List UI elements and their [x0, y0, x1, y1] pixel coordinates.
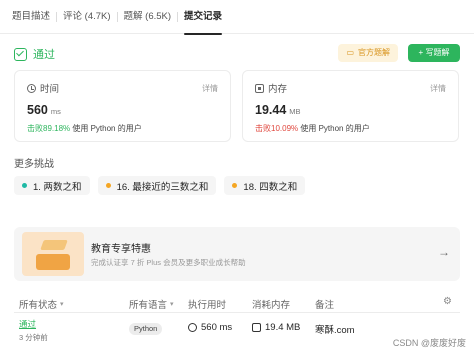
education-promo-banner[interactable]: 教育专享特惠 完成认证享 7 折 Plus 会员及更多职业成长帮助 → — [14, 227, 460, 281]
memory-chip-icon — [252, 323, 261, 332]
grad-cap-shape — [40, 240, 68, 250]
memory-card: 内存 详情 19.44 MB 击败10.09% 使用 Python 的用户 — [242, 70, 459, 142]
memory-chip-icon — [255, 83, 264, 93]
memory-title: 内存 — [268, 84, 288, 95]
challenge-item[interactable]: 18. 四数之和 — [224, 176, 306, 195]
promo-title: 教育专享特惠 — [91, 244, 151, 255]
runtime-beat-prefix: 击败 — [27, 124, 43, 133]
submission-status-row: 通过 ▭ 官方题解 + 写题解 — [14, 44, 460, 64]
row-runtime-value: 560 ms — [201, 322, 233, 333]
challenge-item[interactable]: 16. 最接近的三数之和 — [97, 176, 217, 195]
row-memory: 19.4 MB — [252, 322, 300, 333]
challenge-item[interactable]: 1. 两数之和 — [14, 176, 90, 195]
row-memory-value: 19.4 MB — [265, 322, 301, 333]
challenge-label: 18. 四数之和 — [243, 181, 298, 193]
tab-comments[interactable]: 评论 (4.7K) — [57, 0, 117, 34]
runtime-beat-percent: 89.18% — [43, 124, 71, 133]
runtime-card: 时间 详情 560 ms 击败89.18% 使用 Python 的用户 — [14, 70, 231, 142]
promo-subtitle: 完成认证享 7 折 Plus 会员及更多职业成长帮助 — [91, 258, 246, 267]
clock-icon — [188, 323, 197, 332]
graduation-illustration — [22, 232, 84, 276]
csdn-watermark: CSDN @废废好废 — [392, 338, 466, 348]
clock-icon — [27, 83, 36, 93]
check-icon — [14, 47, 27, 61]
status-filter-label: 所有状态 — [19, 300, 58, 311]
official-solution-button[interactable]: ▭ 官方题解 — [338, 44, 398, 62]
memory-column-header: 消耗内存 — [252, 300, 291, 311]
challenge-list: 1. 两数之和 16. 最接近的三数之和 18. 四数之和 — [14, 176, 306, 195]
official-solution-label: 官方题解 — [358, 48, 390, 57]
memory-beat-prefix: 击败 — [255, 124, 271, 133]
runtime-column-header: 执行用时 — [188, 300, 227, 311]
chevron-down-icon: ▾ — [170, 301, 174, 308]
difficulty-dot-icon — [232, 183, 238, 188]
problem-tabs: 题目描述 评论 (4.7K) 题解 (6.5K) 提交记录 — [0, 0, 474, 35]
row-status-link[interactable]: 通过 — [19, 318, 36, 330]
memory-value: 19.44 — [255, 103, 287, 117]
challenge-label: 16. 最接近的三数之和 — [116, 181, 209, 193]
language-filter-label: 所有语言 — [129, 300, 168, 311]
language-filter[interactable]: 所有语言 ▾ — [129, 297, 174, 311]
tab-description[interactable]: 题目描述 — [6, 0, 56, 34]
runtime-title: 时间 — [40, 84, 60, 95]
difficulty-dot-icon — [22, 183, 27, 188]
chevron-down-icon: ▾ — [60, 301, 64, 308]
book-icon: ▭ — [346, 48, 354, 57]
memory-beat-suffix: 使用 Python 的用户 — [300, 124, 370, 133]
status-label: 通过 — [33, 49, 55, 61]
memory-unit: MB — [289, 107, 301, 116]
challenge-label: 1. 两数之和 — [33, 181, 82, 193]
note-column-header: 备注 — [315, 300, 335, 311]
memory-detail-link[interactable]: 详情 — [430, 83, 446, 94]
submissions-table-header: 所有状态 ▾ 所有语言 ▾ 执行用时 消耗内存 备注 ⚙ — [14, 293, 460, 313]
memory-beat-percent: 10.09% — [271, 124, 299, 133]
runtime-beat-text: 击败89.18% 使用 Python 的用户 — [27, 123, 218, 134]
tab-solutions[interactable]: 题解 (6.5K) — [118, 0, 178, 34]
write-solution-button[interactable]: + 写题解 — [408, 44, 460, 62]
row-runtime: 560 ms — [188, 322, 232, 333]
status-filter[interactable]: 所有状态 ▾ — [19, 297, 64, 311]
book-shape — [36, 254, 70, 270]
row-note[interactable]: 寒酥.com — [315, 322, 355, 336]
difficulty-dot-icon — [105, 183, 111, 188]
arrow-right-icon[interactable]: → — [438, 245, 450, 259]
plus-icon: + — [418, 48, 424, 57]
runtime-unit: ms — [50, 107, 61, 116]
memory-beat-text: 击败10.09% 使用 Python 的用户 — [255, 123, 446, 134]
language-tag: Python — [129, 323, 163, 335]
gear-icon[interactable]: ⚙ — [443, 296, 452, 307]
runtime-value: 560 — [27, 103, 48, 117]
runtime-beat-suffix: 使用 Python 的用户 — [72, 124, 142, 133]
runtime-detail-link[interactable]: 详情 — [202, 83, 218, 94]
write-solution-label: 写题解 — [425, 48, 450, 57]
tab-submissions[interactable]: 提交记录 — [178, 0, 228, 35]
more-challenges-title: 更多挑战 — [14, 159, 54, 170]
row-time-ago: 3 分钟前 — [19, 333, 48, 342]
